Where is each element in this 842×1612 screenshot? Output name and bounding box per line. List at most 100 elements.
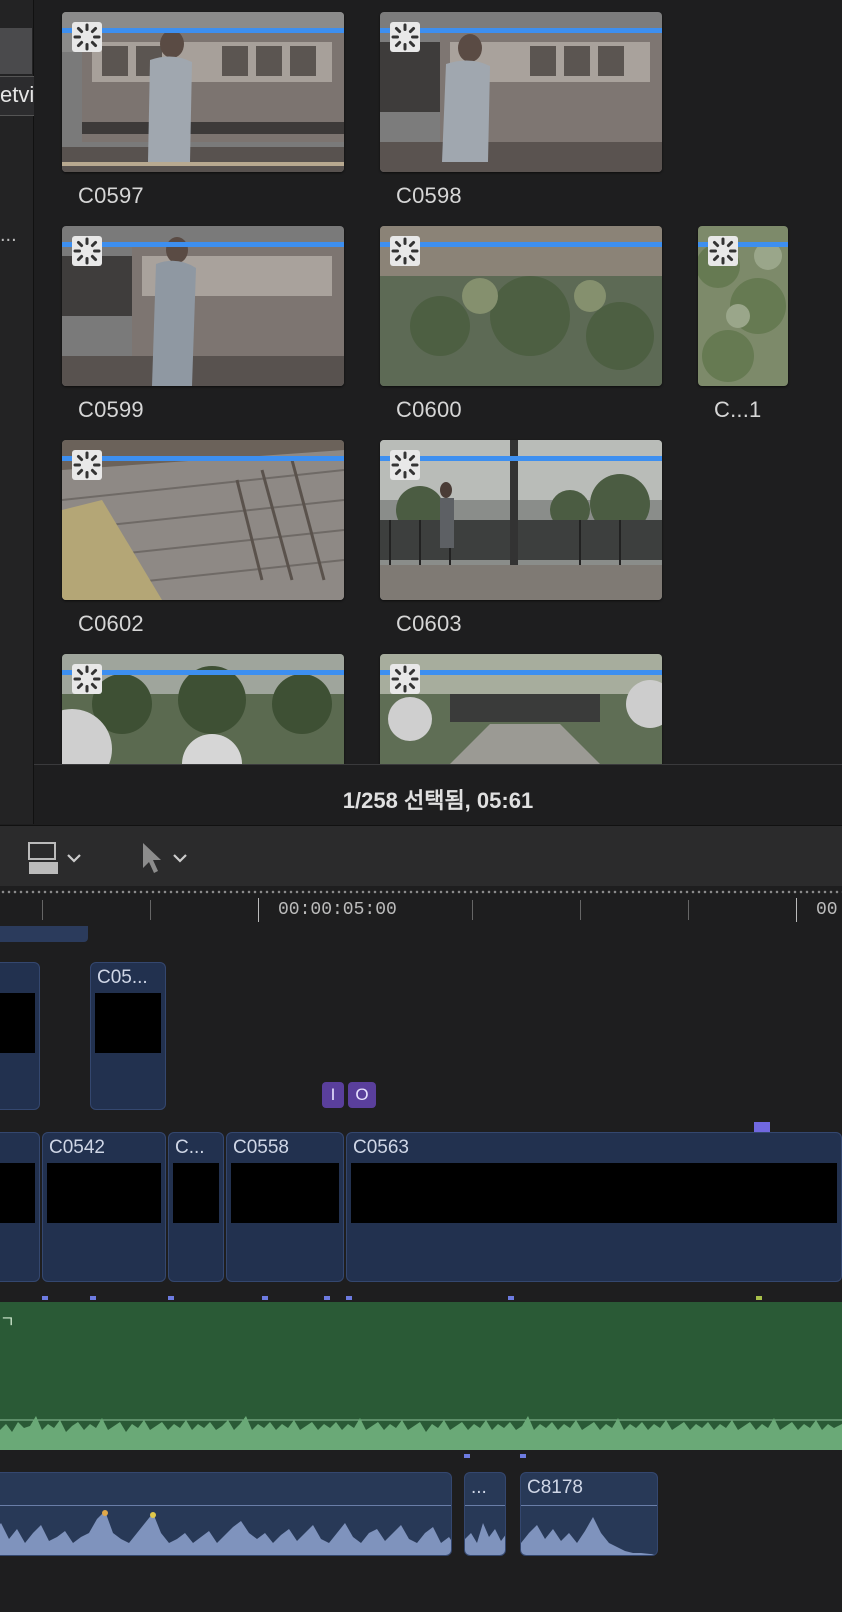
pond-reflection-image	[380, 226, 662, 386]
clip-filmstrip	[95, 993, 161, 1053]
train-runner-image	[62, 226, 344, 386]
primary-clip[interactable]: C0563	[346, 1132, 842, 1282]
clip-thumbnail[interactable]	[380, 440, 662, 600]
browser-status-bar: 1/258 선택됨, 05:61	[34, 764, 842, 825]
audio-waveform	[0, 1510, 451, 1555]
clip-thumbnail[interactable]	[380, 226, 662, 386]
proxy-progress-bar	[380, 670, 662, 675]
audio-clip[interactable]: C8178	[520, 1472, 658, 1556]
audio-clip[interactable]	[0, 1472, 452, 1556]
audio-waveform	[465, 1523, 505, 1555]
loading-spinner-icon	[390, 664, 420, 694]
loading-spinner-icon	[390, 450, 420, 480]
clip-filmstrip	[0, 993, 35, 1053]
primary-clip[interactable]: C0542	[42, 1132, 166, 1282]
clip-label: C0603	[396, 611, 462, 636]
library-sidebar	[0, 0, 34, 824]
music-waveform	[0, 1416, 842, 1450]
clip-label: C0599	[78, 397, 144, 422]
loading-spinner-icon	[72, 664, 102, 694]
clip-name: C8178	[527, 1477, 583, 1498]
loading-spinner-icon	[72, 450, 102, 480]
park-walkway-image	[380, 440, 662, 600]
ruler-tick	[42, 900, 43, 920]
keyword-marker	[756, 1296, 762, 1300]
proxy-progress-bar	[62, 670, 344, 675]
ruler-timecode: 00:00:05:00	[278, 900, 397, 920]
proxy-progress-bar	[380, 242, 662, 247]
selection-status: 1/258 선택됨, 05:61	[342, 788, 534, 813]
keyword-marker	[262, 1296, 268, 1300]
clip-browser: C0597 C0598 C0599 C0600 C...1 C0602 C060…	[34, 0, 842, 764]
audio-marker	[464, 1454, 470, 1458]
loading-spinner-icon	[390, 236, 420, 266]
clip-appearance-button[interactable]	[24, 840, 82, 876]
audio-marker	[520, 1454, 526, 1458]
clip-thumbnail[interactable]	[380, 654, 662, 764]
clip-thumbnail[interactable]	[62, 440, 344, 600]
clip-thumbnail[interactable]	[62, 226, 344, 386]
connected-clip[interactable]: C05...	[90, 962, 166, 1110]
keyword-marker	[42, 1296, 48, 1300]
ruler-dotted-line	[0, 890, 842, 894]
proxy-progress-bar	[62, 28, 344, 33]
clip-thumbnail[interactable]	[62, 654, 344, 764]
proxy-progress-bar	[380, 28, 662, 33]
clip-filmstrip	[0, 1163, 35, 1223]
ruler-tick	[796, 898, 797, 922]
clip-name: C0542	[49, 1137, 105, 1158]
clip-name: ...	[471, 1477, 487, 1498]
loading-spinner-icon	[72, 236, 102, 266]
clip-filmstrip	[231, 1163, 339, 1223]
sidebar-more-text: ...	[0, 224, 17, 246]
ruler-tick	[258, 898, 259, 922]
clip-label: C0600	[396, 397, 462, 422]
ruler-tick	[580, 900, 581, 920]
ruler-tick	[472, 900, 473, 920]
connected-clip[interactable]	[0, 962, 40, 1110]
proxy-progress-bar	[380, 456, 662, 461]
timeline-ruler[interactable]: 00:00:05:00 00	[0, 886, 842, 926]
out-point-marker[interactable]: O	[348, 1082, 376, 1108]
ruler-tick	[150, 900, 151, 920]
primary-clip[interactable]: C...	[168, 1132, 224, 1282]
in-point-marker[interactable]: I	[322, 1082, 344, 1108]
ruler-tick	[688, 900, 689, 920]
timeline-toolbar	[0, 825, 842, 887]
audio-clip[interactable]: ...	[464, 1472, 506, 1556]
clip-filmstrip	[173, 1163, 219, 1223]
chevron-down-icon	[67, 854, 81, 863]
keyword-marker	[324, 1296, 330, 1300]
clip-thumbnail[interactable]	[380, 12, 662, 172]
arrow-pointer-icon	[143, 843, 161, 873]
music-audio-clip[interactable]: ㄱ	[0, 1302, 842, 1450]
clip-thumbnail[interactable]	[62, 12, 344, 172]
clip-label: C0602	[78, 611, 144, 636]
loading-spinner-icon	[390, 22, 420, 52]
keyword-marker	[346, 1296, 352, 1300]
clip-name: C0563	[353, 1137, 409, 1158]
keyword-marker	[508, 1296, 514, 1300]
clip-label: C0597	[78, 183, 144, 208]
proxy-progress-bar	[62, 242, 344, 247]
clip-name: C...	[175, 1137, 205, 1158]
clip-label: C...1	[714, 397, 762, 422]
clip-appearance-icon	[26, 842, 58, 874]
chevron-down-icon	[173, 854, 187, 863]
proxy-progress-bar	[62, 456, 344, 461]
music-clip-label: ㄱ	[0, 1314, 15, 1331]
clip-filmstrip	[351, 1163, 837, 1223]
wooden-deck-image	[62, 440, 344, 600]
clip-label: C0598	[396, 183, 462, 208]
range-selection-bar[interactable]	[0, 926, 88, 942]
primary-clip[interactable]	[0, 1132, 40, 1282]
primary-clip[interactable]: C0558	[226, 1132, 344, 1282]
train-platform-image	[62, 12, 344, 172]
sidebar-selected-row[interactable]	[0, 28, 32, 74]
clip-thumbnail[interactable]	[698, 226, 788, 386]
clip-filmstrip	[47, 1163, 161, 1223]
select-tool-button[interactable]	[140, 840, 188, 876]
audio-waveform	[521, 1517, 657, 1555]
keyword-marker	[168, 1296, 174, 1300]
loading-spinner-icon	[72, 22, 102, 52]
